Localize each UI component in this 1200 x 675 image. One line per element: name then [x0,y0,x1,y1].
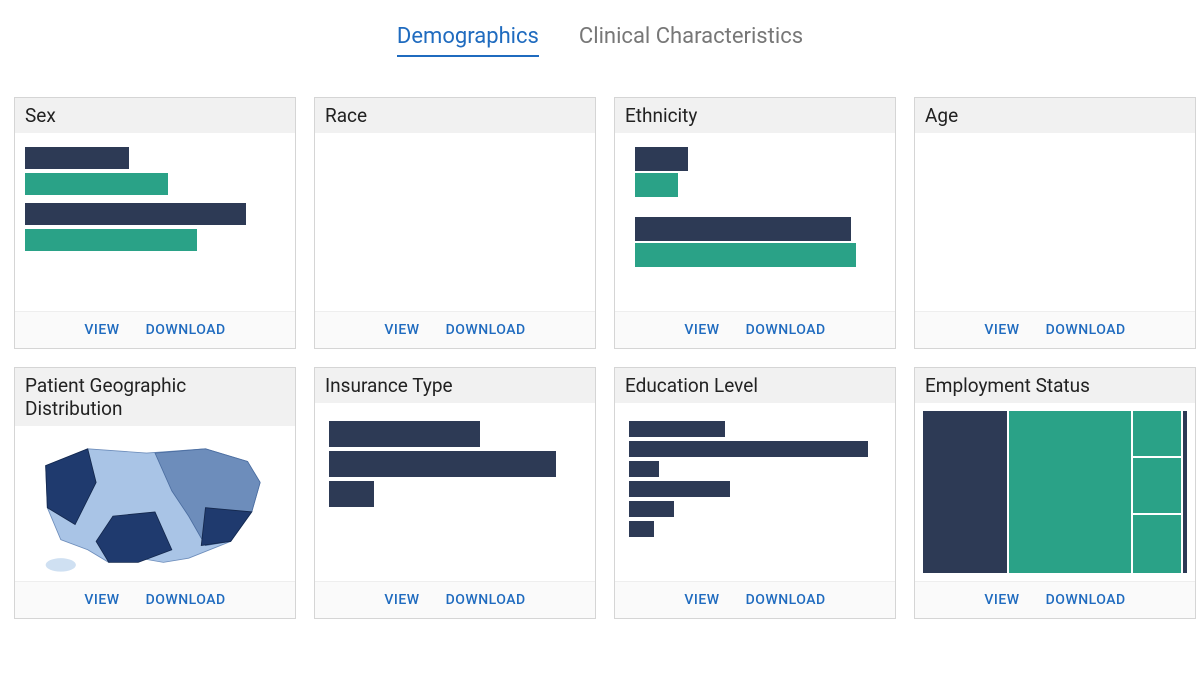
ethnicity-bar [635,147,688,171]
card-title-education-level: Education Level [615,368,895,403]
download-button[interactable]: DOWNLOAD [446,592,526,608]
treemap-tile [1009,411,1131,573]
download-button[interactable]: DOWNLOAD [746,592,826,608]
card-footer: VIEW DOWNLOAD [615,311,895,348]
card-footer: VIEW DOWNLOAD [915,311,1195,348]
chart-insurance-type [315,403,595,581]
treemap-tile [1183,411,1187,573]
chart-race [315,133,595,311]
view-button[interactable]: VIEW [384,322,419,338]
card-age: Age VIEW DOWNLOAD [914,97,1196,349]
view-button[interactable]: VIEW [384,592,419,608]
ethnicity-bar [635,217,851,241]
card-insurance-type: Insurance Type VIEW DOWNLOAD [314,367,596,619]
card-title-age: Age [915,98,1195,133]
card-title-employment-status: Employment Status [915,368,1195,403]
sex-bar [25,147,129,169]
education-bar [629,421,725,437]
tab-bar: Demographics Clinical Characteristics [0,0,1200,67]
insurance-bar [329,451,556,477]
card-footer: VIEW DOWNLOAD [315,581,595,618]
ethnicity-bar [635,243,856,267]
sex-bar [25,203,246,225]
view-button[interactable]: VIEW [984,592,1019,608]
chart-ethnicity [615,133,895,311]
education-bar [629,521,654,537]
card-race: Race VIEW DOWNLOAD [314,97,596,349]
card-title-sex: Sex [15,98,295,133]
card-footer: VIEW DOWNLOAD [15,311,295,348]
card-geographic-distribution: Patient Geographic Distribution VIEW DOW… [14,367,296,619]
card-footer: VIEW DOWNLOAD [615,581,895,618]
download-button[interactable]: DOWNLOAD [1046,592,1126,608]
view-button[interactable]: VIEW [684,322,719,338]
download-button[interactable]: DOWNLOAD [746,322,826,338]
tab-clinical-characteristics[interactable]: Clinical Characteristics [579,24,803,57]
ethnicity-bar [635,173,678,197]
treemap-tile [1133,515,1181,573]
chart-age [915,133,1195,311]
chart-geographic-distribution [15,426,295,581]
insurance-bar [329,481,374,507]
education-bar [629,501,674,517]
card-ethnicity: Ethnicity VIEW DOWNLOAD [614,97,896,349]
treemap-tile [1133,458,1181,513]
download-button[interactable]: DOWNLOAD [146,322,226,338]
download-button[interactable]: DOWNLOAD [146,592,226,608]
view-button[interactable]: VIEW [684,592,719,608]
sex-bar [25,173,168,195]
sex-bar [25,229,197,251]
card-title-race: Race [315,98,595,133]
card-title-geographic-distribution: Patient Geographic Distribution [15,368,295,426]
card-sex: Sex VIEW DOWNLOAD [14,97,296,349]
card-title-ethnicity: Ethnicity [615,98,895,133]
card-employment-status: Employment Status VIEW DOWNLOAD [914,367,1196,619]
education-bar [629,481,730,497]
card-footer: VIEW DOWNLOAD [915,581,1195,618]
download-button[interactable]: DOWNLOAD [1046,322,1126,338]
card-footer: VIEW DOWNLOAD [315,311,595,348]
chart-education-level [615,403,895,581]
download-button[interactable]: DOWNLOAD [446,322,526,338]
treemap-tile [923,411,1007,573]
chart-sex [15,133,295,311]
card-footer: VIEW DOWNLOAD [15,581,295,618]
tab-demographics[interactable]: Demographics [397,24,539,57]
view-button[interactable]: VIEW [84,322,119,338]
view-button[interactable]: VIEW [84,592,119,608]
education-bar [629,441,868,457]
insurance-bar [329,421,480,447]
chart-employment-status [915,403,1195,581]
us-map-icon [21,432,289,575]
card-title-insurance-type: Insurance Type [315,368,595,403]
card-education-level: Education Level VIEW DOWNLOAD [614,367,896,619]
education-bar [629,461,659,477]
card-grid: Sex VIEW DOWNLOAD Race VIEW [0,67,1200,619]
treemap-tile [1133,411,1181,456]
view-button[interactable]: VIEW [984,322,1019,338]
